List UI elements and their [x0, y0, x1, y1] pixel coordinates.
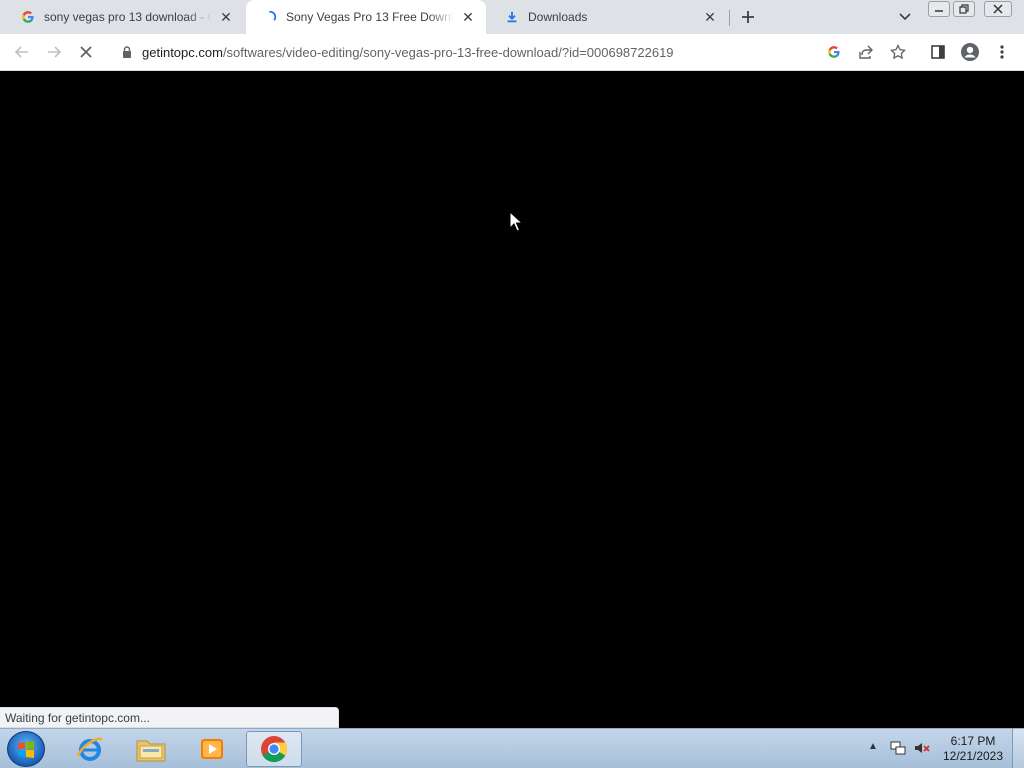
google-g-icon — [20, 9, 36, 25]
window-close-button[interactable] — [984, 1, 1012, 17]
show-desktop-button[interactable] — [1012, 729, 1024, 768]
clock-time: 6:17 PM — [950, 734, 996, 748]
close-icon[interactable]: ✕ — [702, 9, 718, 25]
windows-taskbar: ▲ 6:17 PM 12/21/2023 — [0, 728, 1024, 768]
tab-separator — [729, 10, 730, 26]
new-tab-button[interactable] — [736, 5, 760, 29]
close-icon[interactable]: ✕ — [218, 9, 234, 25]
back-button[interactable] — [10, 40, 34, 64]
windows-logo-icon — [18, 741, 34, 758]
share-icon — [859, 45, 873, 59]
restore-icon — [959, 4, 969, 14]
show-hidden-icons-button[interactable]: ▲ — [868, 741, 878, 752]
system-clock[interactable]: 6:17 PM 12/21/2023 — [938, 734, 1008, 764]
lock-icon[interactable] — [120, 45, 134, 59]
close-icon[interactable]: ✕ — [460, 9, 476, 25]
status-bubble: Waiting for getintopc.com... — [0, 707, 339, 728]
restore-button[interactable] — [953, 1, 975, 17]
tab-active-sony-vegas[interactable]: Sony Vegas Pro 13 Free Download ✕ — [246, 0, 486, 34]
volume-muted-icon[interactable] — [913, 739, 931, 757]
tab-title: Downloads — [528, 10, 588, 24]
arrow-right-icon — [48, 46, 62, 58]
minimize-icon — [935, 10, 943, 12]
close-icon — [80, 46, 92, 58]
minimize-button[interactable] — [928, 1, 950, 17]
taskbar-media-player[interactable] — [184, 731, 240, 767]
network-icon[interactable] — [889, 739, 907, 757]
profile-button[interactable] — [958, 40, 982, 64]
forward-button[interactable] — [42, 40, 66, 64]
menu-button[interactable] — [990, 40, 1014, 64]
loading-spinner-icon — [262, 9, 278, 25]
clock-date: 12/21/2023 — [942, 749, 1004, 763]
more-vertical-icon — [1000, 45, 1004, 59]
mouse-cursor-icon — [509, 211, 523, 232]
share-button[interactable] — [854, 40, 878, 64]
tab-downloads[interactable]: Downloads ✕ — [488, 0, 728, 34]
taskbar-file-explorer[interactable] — [123, 731, 179, 767]
side-panel-icon — [931, 45, 945, 59]
arrow-left-icon — [14, 46, 28, 58]
star-icon — [890, 44, 906, 60]
page-content[interactable] — [0, 71, 1024, 728]
address-bar[interactable]: getintopc.com/softwares/video-editing/so… — [108, 37, 872, 67]
tab-title: Sony Vegas Pro 13 Free Download — [286, 10, 454, 24]
start-button[interactable] — [7, 731, 45, 767]
file-explorer-icon — [136, 740, 166, 762]
stop-loading-button[interactable] — [74, 40, 98, 64]
tab-google-search[interactable]: sony vegas pro 13 download - Google Sear… — [4, 0, 244, 34]
bookmark-button[interactable] — [886, 40, 910, 64]
google-g-icon — [828, 46, 840, 58]
download-icon — [504, 9, 520, 25]
internet-explorer-icon — [76, 737, 103, 761]
google-lens-button[interactable] — [822, 40, 846, 64]
taskbar-chrome[interactable] — [246, 731, 302, 767]
side-panel-button[interactable] — [926, 40, 950, 64]
close-icon — [993, 4, 1003, 14]
plus-icon — [742, 11, 754, 23]
tab-strip: sony vegas pro 13 download - Google Sear… — [0, 0, 1024, 34]
tab-search-button[interactable] — [895, 7, 915, 27]
browser-toolbar: getintopc.com/softwares/video-editing/so… — [0, 34, 1024, 71]
url-host: getintopc.com — [142, 45, 223, 60]
url-text: getintopc.com/softwares/video-editing/so… — [142, 45, 674, 60]
media-player-icon — [201, 739, 223, 759]
profile-avatar-icon — [961, 43, 979, 61]
url-path: /softwares/video-editing/sony-vegas-pro-… — [222, 45, 674, 60]
chrome-icon — [261, 736, 288, 763]
taskbar-internet-explorer[interactable] — [62, 731, 118, 767]
tab-title: sony vegas pro 13 download - Google Sear… — [44, 10, 212, 24]
chevron-down-icon — [899, 13, 911, 21]
